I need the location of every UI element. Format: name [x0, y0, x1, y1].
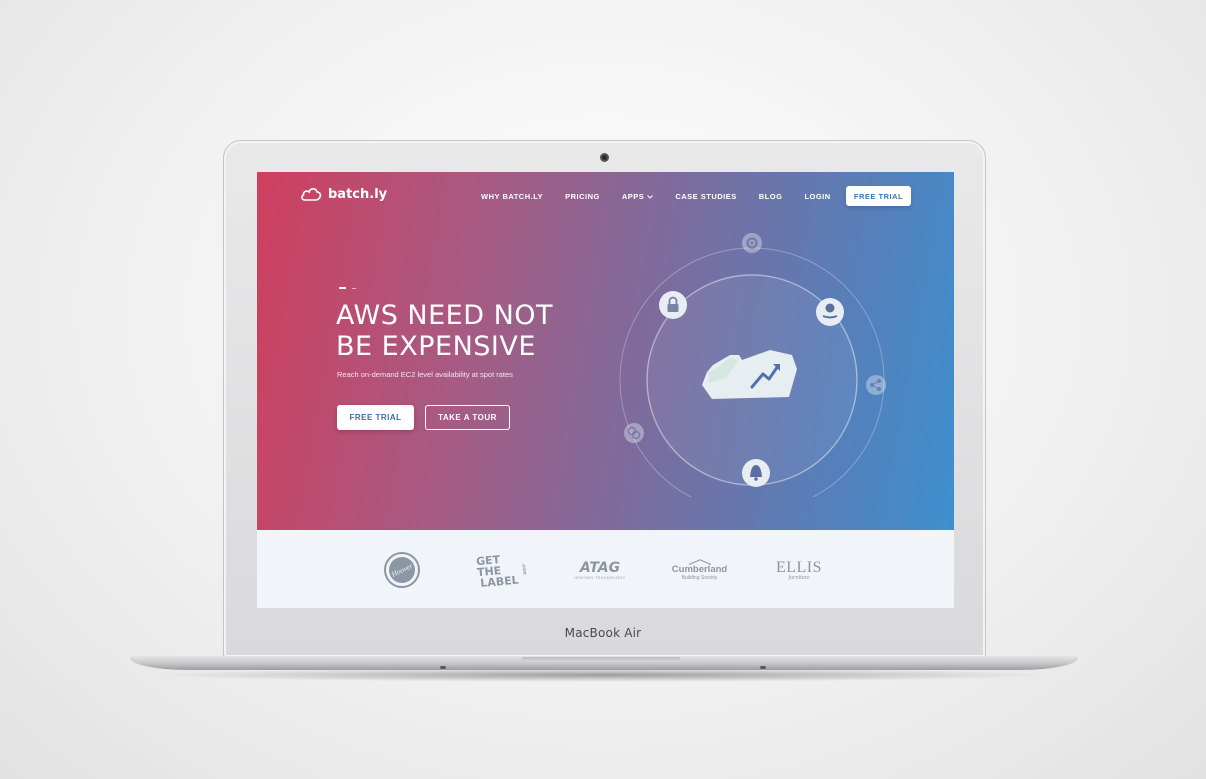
coins-icon [624, 423, 644, 443]
gear-icon [742, 233, 762, 253]
nav-links: WHY BATCH.LY PRICING APPS CASE STUDIES B… [481, 192, 853, 201]
lock-icon [659, 291, 687, 319]
dollar-hand-icon [816, 298, 844, 326]
nav-blog[interactable]: BLOG [759, 192, 783, 201]
bell-icon [742, 459, 770, 487]
client-logo-atag: ATAG HEATING TECHNOLOGY [570, 550, 630, 590]
camera-icon [600, 153, 609, 162]
top-navigation: batch.ly WHY BATCH.LY PRICING APPS CASE … [257, 172, 954, 220]
headline-accent [339, 287, 356, 289]
client-logos-section: Hoover GET THE LABEL .com ATAG HEATING T… [257, 530, 954, 608]
cumberland-wordmark: Cumberland [671, 564, 728, 575]
hero-section: batch.ly WHY BATCH.LY PRICING APPS CASE … [257, 172, 954, 530]
laptop-foot [440, 666, 446, 669]
atag-tagline: HEATING TECHNOLOGY [574, 575, 626, 580]
hero-subline: Reach on-demand EC2 level availability a… [337, 370, 513, 379]
atag-wordmark: ATAG [579, 559, 621, 576]
client-logo-hoover: Hoover [382, 550, 422, 590]
nav-why-batchly[interactable]: WHY BATCH.LY [481, 192, 543, 201]
hero-headline: AWS NEED NOT BE EXPENSIVE [336, 300, 596, 362]
laptop-foot [760, 666, 766, 669]
laptop-screen: batch.ly WHY BATCH.LY PRICING APPS CASE … [257, 172, 954, 608]
nav-pricing[interactable]: PRICING [565, 192, 600, 201]
client-logo-get-the-label: GET THE LABEL .com [476, 550, 528, 590]
nav-case-studies[interactable]: CASE STUDIES [675, 192, 736, 201]
nav-free-trial-button[interactable]: FREE TRIAL [846, 186, 911, 206]
take-a-tour-button[interactable]: TAKE A TOUR [425, 405, 510, 430]
laptop-shadow [150, 668, 1056, 682]
cloud-logo-icon [301, 188, 322, 201]
laptop-notch [522, 657, 680, 662]
site-logo[interactable]: batch.ly [300, 186, 387, 202]
ellis-wordmark: ELLIS [775, 558, 823, 576]
logo-text: batch.ly [328, 186, 388, 202]
chevron-down-icon [647, 194, 654, 199]
hero-illustration [619, 233, 886, 497]
client-logo-cumberland: Cumberland Building Society [667, 550, 732, 590]
share-icon [866, 375, 886, 395]
nav-apps-label: APPS [621, 192, 645, 201]
nav-login[interactable]: LOGIN [804, 192, 830, 201]
get-the-label-line-2: LABEL [479, 573, 520, 590]
headline-line-1: AWS NEED NOT [336, 300, 554, 331]
ellis-tagline: furniture [788, 574, 810, 581]
hero-free-trial-button[interactable]: FREE TRIAL [337, 405, 414, 430]
get-the-label-suffix: .com [520, 561, 528, 575]
client-logo-ellis: ELLIS furniture [769, 550, 829, 590]
headline-line-2: BE EXPENSIVE [336, 331, 536, 362]
hoover-logo-icon: Hoover [384, 552, 420, 588]
nav-apps[interactable]: APPS [621, 192, 654, 201]
cumberland-tagline: Building Society [681, 575, 718, 581]
device-label: MacBook Air [564, 626, 642, 640]
